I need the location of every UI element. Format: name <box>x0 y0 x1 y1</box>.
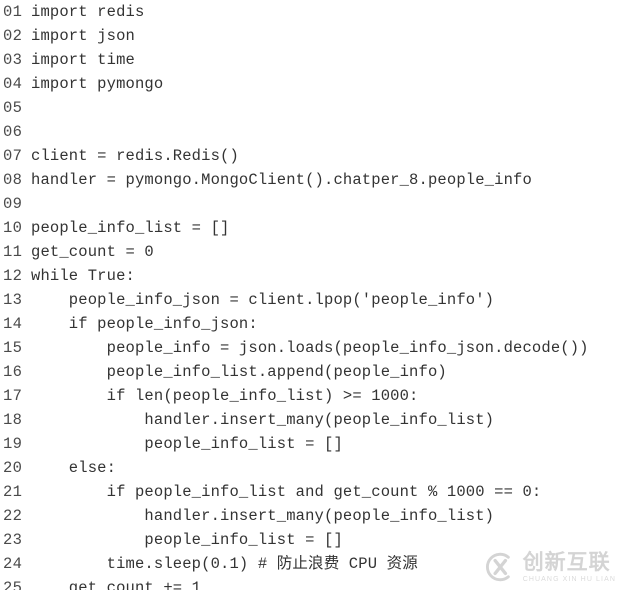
line-number: 12 <box>3 267 23 285</box>
code-line: 23 people_info_list = [] <box>0 528 624 552</box>
code-line: 03 import time <box>0 48 624 72</box>
line-number: 20 <box>3 459 23 477</box>
line-code: people_info_json = client.lpop('people_i… <box>31 291 495 309</box>
code-line: 22 handler.insert_many(people_info_list) <box>0 504 624 528</box>
line-number: 24 <box>3 555 23 573</box>
line-number: 07 <box>3 147 23 165</box>
line-number: 23 <box>3 531 23 549</box>
code-lines-container: 01 import redis 02 import json 03 import time… <box>0 0 624 590</box>
line-number: 13 <box>3 291 23 309</box>
code-line: 21 if people_info_list and get_count % 1… <box>0 480 624 504</box>
code-line: 12 while True: <box>0 264 624 288</box>
line-number: 10 <box>3 219 23 237</box>
line-code: import json <box>31 27 135 45</box>
line-code: import pymongo <box>31 75 164 93</box>
line-number: 21 <box>3 483 23 501</box>
line-code: handler = pymongo.MongoClient().chatper_… <box>31 171 532 189</box>
code-line: 24 time.sleep(0.1) # 防止浪费 CPU 资源 <box>0 552 624 576</box>
code-line: 07 client = redis.Redis() <box>0 144 624 168</box>
code-line: 06 <box>0 120 624 144</box>
line-number: 09 <box>3 195 23 213</box>
code-line: 25 get_count += 1 <box>0 576 624 590</box>
line-number: 02 <box>3 27 23 45</box>
line-code: handler.insert_many(people_info_list) <box>31 411 495 429</box>
code-line: 01 import redis <box>0 0 624 24</box>
code-line: 13 people_info_json = client.lpop('peopl… <box>0 288 624 312</box>
code-line: 18 handler.insert_many(people_info_list) <box>0 408 624 432</box>
code-line: 14 if people_info_json: <box>0 312 624 336</box>
code-line: 20 else: <box>0 456 624 480</box>
line-code: import time <box>31 51 135 69</box>
code-line: 04 import pymongo <box>0 72 624 96</box>
line-code: get_count = 0 <box>31 243 154 261</box>
code-line: 11 get_count = 0 <box>0 240 624 264</box>
code-line: 15 people_info = json.loads(people_info_… <box>0 336 624 360</box>
line-number: 14 <box>3 315 23 333</box>
line-code: people_info_list = [] <box>31 531 343 549</box>
code-line: 17 if len(people_info_list) >= 1000: <box>0 384 624 408</box>
code-line: 09 <box>0 192 624 216</box>
code-line: 05 <box>0 96 624 120</box>
line-number: 11 <box>3 243 23 261</box>
code-line: 16 people_info_list.append(people_info) <box>0 360 624 384</box>
line-number: 03 <box>3 51 23 69</box>
line-code: people_info_list = [] <box>31 219 230 237</box>
line-number: 25 <box>3 579 23 590</box>
line-code: handler.insert_many(people_info_list) <box>31 507 495 525</box>
line-code: while True: <box>31 267 135 285</box>
line-number: 06 <box>3 123 23 141</box>
line-number: 17 <box>3 387 23 405</box>
code-line: 10 people_info_list = [] <box>0 216 624 240</box>
line-number: 01 <box>3 3 23 21</box>
line-number: 08 <box>3 171 23 189</box>
line-number: 22 <box>3 507 23 525</box>
line-code: people_info_list.append(people_info) <box>31 363 447 381</box>
line-code: get_count += 1 <box>31 579 202 590</box>
code-line: 02 import json <box>0 24 624 48</box>
line-number: 18 <box>3 411 23 429</box>
line-code: people_info = json.loads(people_info_jso… <box>31 339 589 357</box>
code-listing: 01 import redis 02 import json 03 import time… <box>0 0 624 590</box>
line-code: if people_info_json: <box>31 315 258 333</box>
line-code: else: <box>31 459 117 477</box>
line-number: 04 <box>3 75 23 93</box>
line-number: 05 <box>3 99 23 117</box>
line-number: 15 <box>3 339 23 357</box>
line-code: if len(people_info_list) >= 1000: <box>31 387 419 405</box>
code-line: 19 people_info_list = [] <box>0 432 624 456</box>
line-code: import redis <box>31 3 145 21</box>
line-number: 16 <box>3 363 23 381</box>
line-code: people_info_list = [] <box>31 435 343 453</box>
line-code: client = redis.Redis() <box>31 147 239 165</box>
line-number: 19 <box>3 435 23 453</box>
line-code: time.sleep(0.1) # 防止浪费 CPU 资源 <box>31 555 418 573</box>
code-line: 08 handler = pymongo.MongoClient().chatpe… <box>0 168 624 192</box>
line-code: if people_info_list and get_count % 1000… <box>31 483 542 501</box>
